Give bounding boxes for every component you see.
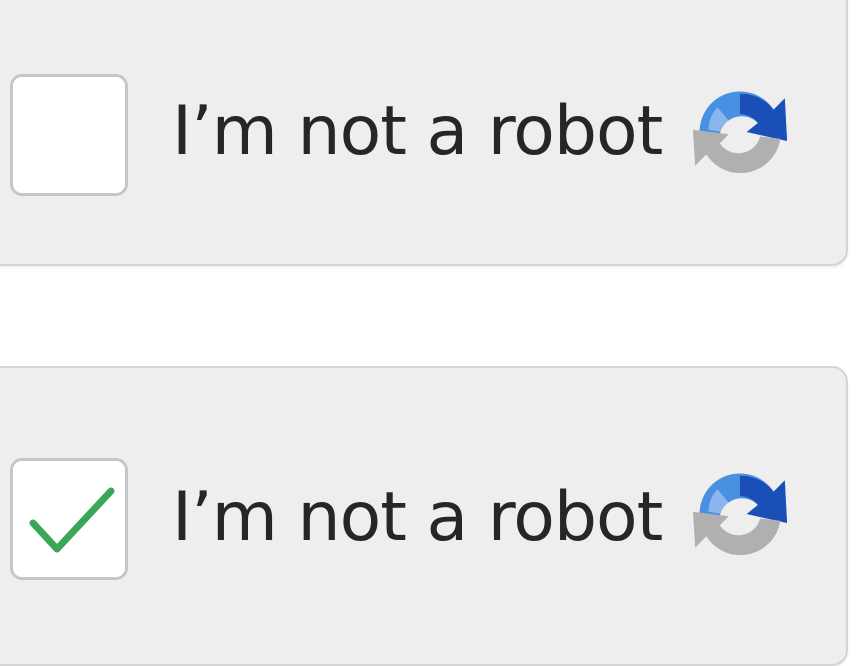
captcha-label: I’m not a robot [172, 92, 663, 171]
recaptcha-logo-icon [692, 91, 788, 174]
captcha-checkbox-checked[interactable] [10, 458, 128, 580]
checkmark-icon [29, 487, 115, 553]
captcha-widget-checked: I’m not a robot [0, 366, 848, 666]
captcha-label: I’m not a robot [172, 478, 663, 557]
recaptcha-logo-icon [692, 473, 788, 556]
captcha-checkbox-unchecked[interactable] [10, 74, 128, 196]
captcha-widget-unchecked: I’m not a robot [0, 0, 848, 266]
